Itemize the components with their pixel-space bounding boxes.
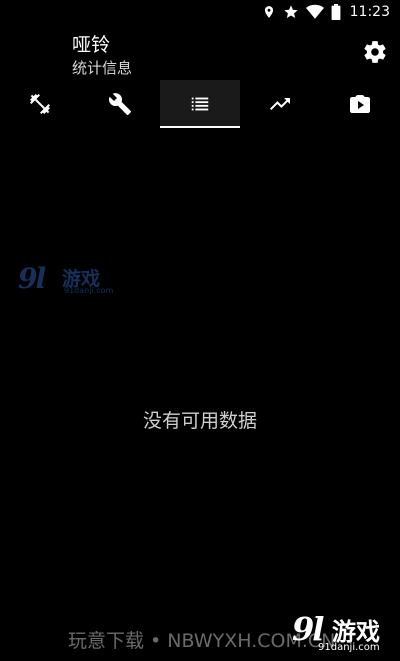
star-icon [283, 5, 298, 18]
tab-bar [0, 80, 400, 128]
tab-workouts[interactable] [0, 80, 80, 128]
tab-tools[interactable] [80, 80, 160, 128]
settings-button[interactable] [362, 39, 388, 65]
watermark-logo-domain: 91danji.com [64, 286, 114, 295]
active-tab-indicator [160, 126, 240, 128]
watermark-logo-left: 9l 游戏 91danji.com [18, 262, 114, 300]
watermark-logo-right: 9l 游戏 91danji.com [292, 610, 396, 658]
battery-icon [331, 4, 341, 20]
location-icon [264, 6, 273, 18]
watermark-logo-domain: 91danji.com [318, 642, 380, 653]
page-subtitle: 统计信息 [72, 59, 133, 77]
status-time: 11:23 [349, 4, 390, 20]
tab-statistics[interactable] [160, 80, 240, 128]
app-header: 哑铃 统计信息 [0, 24, 400, 80]
trending-up-icon [270, 98, 290, 110]
wrench-icon [108, 93, 131, 115]
tab-videos[interactable] [320, 80, 400, 128]
wifi-icon [305, 4, 324, 19]
dumbbell-icon [30, 94, 50, 114]
watermark-logo-number: 9l [18, 262, 46, 295]
empty-state-message: 没有可用数据 [142, 410, 257, 432]
gear-icon [364, 41, 386, 63]
page-title: 哑铃 [72, 34, 111, 56]
list-icon [191, 97, 209, 111]
video-library-icon [350, 95, 370, 113]
status-bar: 11:23 [0, 0, 400, 24]
tab-progress[interactable] [240, 80, 320, 128]
